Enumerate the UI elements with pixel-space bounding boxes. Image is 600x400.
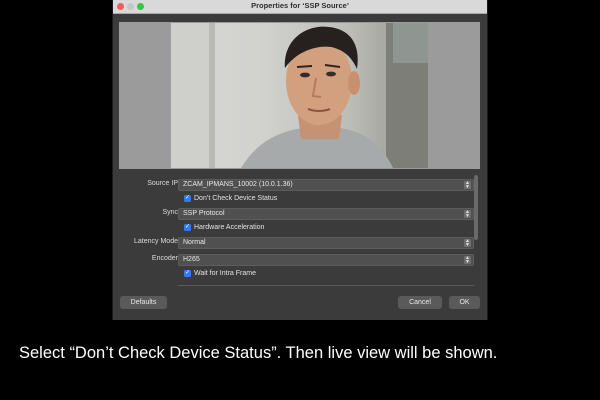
latency-mode-label: Latency Mode	[134, 238, 178, 245]
camera-live-view	[171, 23, 428, 168]
window-title: Properties for ‘SSP Source’	[251, 1, 349, 10]
encoder-select[interactable]: H265 ▲ ▼	[178, 254, 474, 266]
sync-select[interactable]: SSP Protocol ▲ ▼	[178, 208, 474, 220]
chevron-up-down-icon: ▲ ▼	[464, 255, 471, 265]
latency-mode-row: Latency Mode Normal ▲ ▼	[119, 237, 474, 249]
encoder-label: Encoder	[151, 255, 178, 262]
defaults-button[interactable]: Defaults	[120, 296, 167, 309]
instruction-caption: Select “Don’t Check Device Status”. Then…	[19, 344, 498, 362]
checkmark-icon: ✓	[184, 224, 191, 231]
checkmark-icon: ✓	[184, 195, 191, 202]
source-ip-select[interactable]: ZCAM_IPMANS_10002 (10.0.1.36) ▲ ▼	[178, 179, 474, 191]
source-preview	[119, 22, 480, 169]
person-face-icon	[171, 23, 428, 168]
sync-row: Sync SSP Protocol ▲ ▼	[119, 208, 474, 220]
wait-intra-frame-label: Wait for Intra Frame	[194, 270, 256, 277]
latency-mode-value: Normal	[183, 239, 206, 246]
chevron-up-down-icon: ▲ ▼	[464, 238, 471, 248]
sync-label: Sync	[162, 209, 178, 216]
hardware-acceleration-label: Hardware Acceleration	[194, 224, 265, 231]
sync-value: SSP Protocol	[183, 210, 225, 217]
encoder-value: H265	[183, 256, 200, 263]
chevron-up-down-icon: ▲ ▼	[464, 180, 471, 190]
cancel-button[interactable]: Cancel	[398, 296, 442, 309]
encoder-row: Encoder H265 ▲ ▼	[119, 254, 474, 266]
form-scrollbar[interactable]	[474, 175, 478, 240]
source-ip-value: ZCAM_IPMANS_10002 (10.0.1.36)	[183, 181, 293, 188]
checkmark-icon: ✓	[184, 270, 191, 277]
latency-mode-select[interactable]: Normal ▲ ▼	[178, 237, 474, 249]
ok-button[interactable]: OK	[449, 296, 480, 309]
properties-dialog: Properties for ‘SSP Source’ Source IP ZC…	[112, 0, 488, 320]
properties-form: Source IP ZCAM_IPMANS_10002 (10.0.1.36) …	[119, 174, 474, 286]
source-ip-row: Source IP ZCAM_IPMANS_10002 (10.0.1.36) …	[119, 179, 474, 191]
chevron-up-down-icon: ▲ ▼	[464, 209, 471, 219]
source-ip-label: Source IP	[147, 180, 178, 187]
form-divider	[178, 285, 474, 286]
title-bar[interactable]: Properties for ‘SSP Source’	[113, 0, 487, 14]
dont-check-device-status-label: Don’t Check Device Status	[194, 195, 278, 202]
